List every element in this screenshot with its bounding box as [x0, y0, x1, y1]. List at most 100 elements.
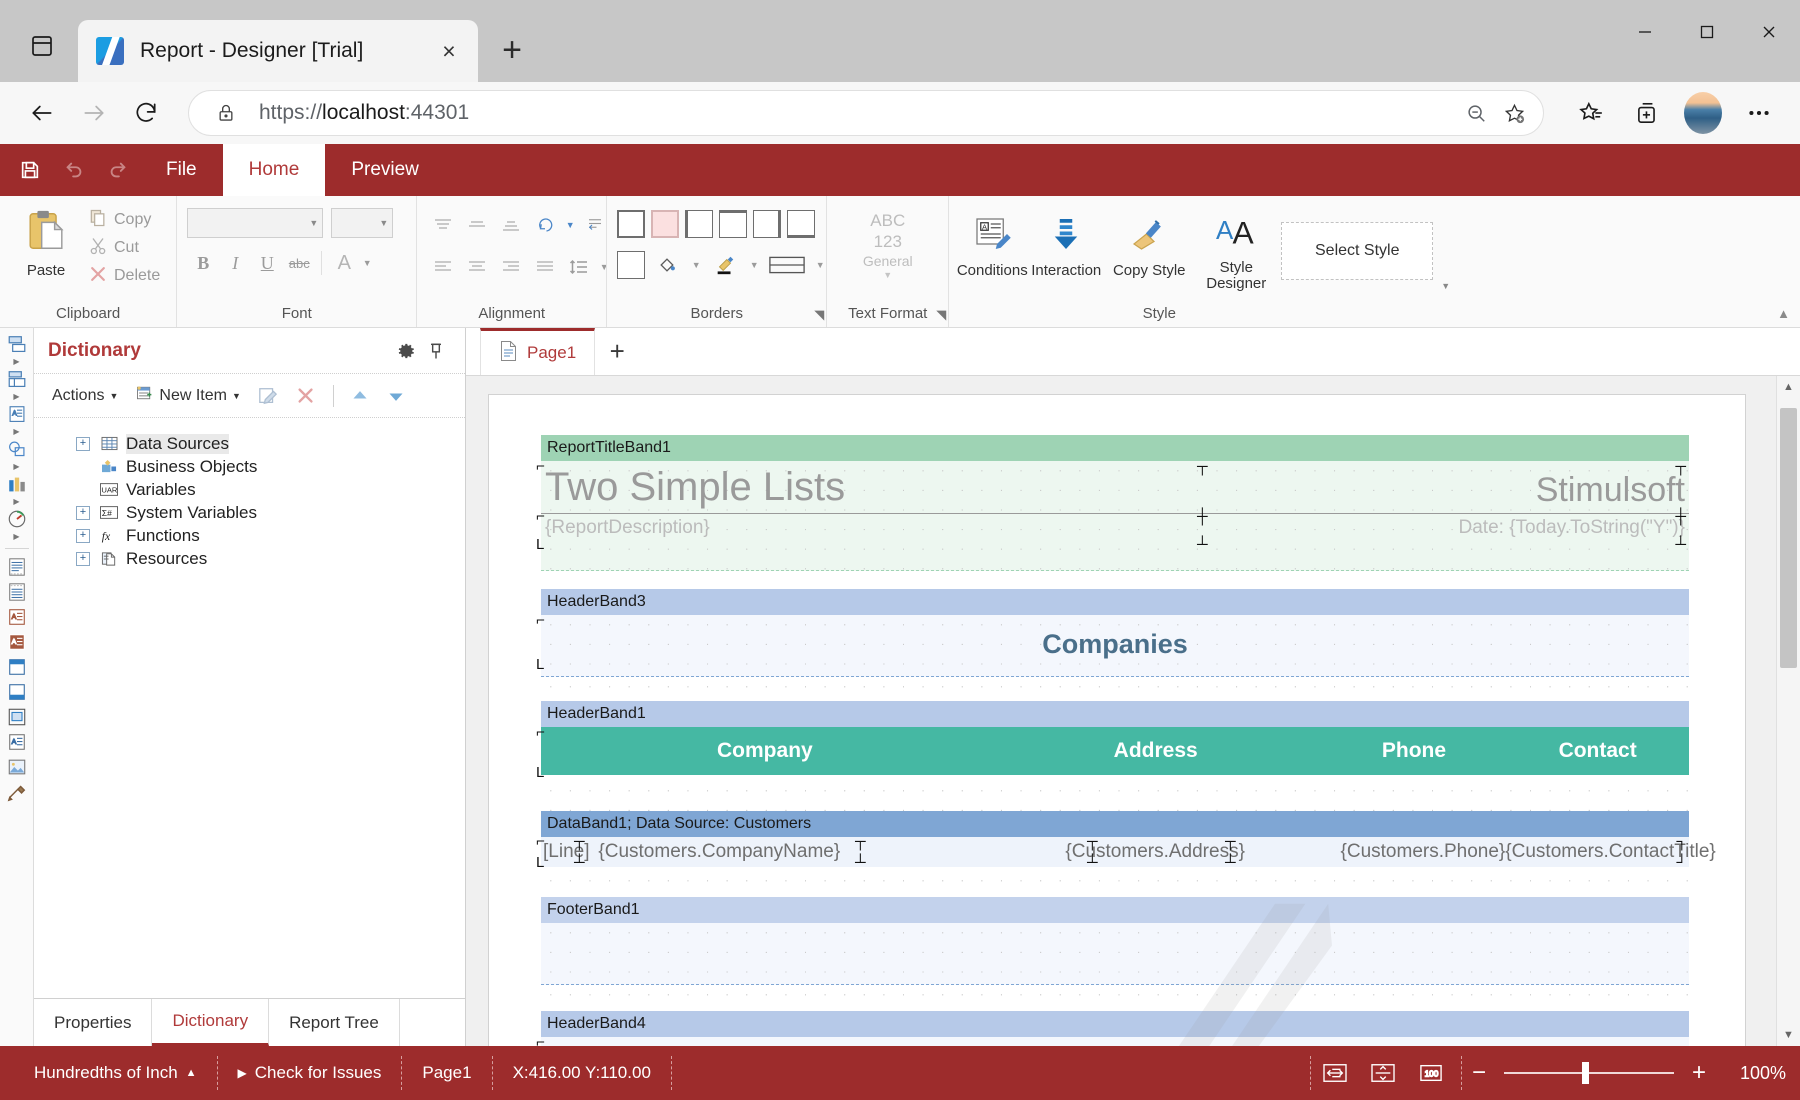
tools-icon[interactable] — [2, 780, 32, 804]
units-selector[interactable]: Hundredths of Inch ▲ — [14, 1056, 218, 1090]
selection-handle[interactable]: L — [536, 657, 544, 672]
zoom-out-page-icon[interactable] — [1457, 94, 1495, 132]
line-spacing-button[interactable] — [563, 252, 595, 282]
band-header-4[interactable]: HeaderBand4 Products ⌐ — [536, 1011, 1689, 1046]
report-canvas[interactable]: ReportTitleBand1 Two Simple Lists Stimul… — [466, 376, 1800, 1046]
text-rotation-button[interactable] — [529, 210, 561, 240]
interaction-button[interactable]: Interaction — [1031, 210, 1101, 279]
tree-item-business-objects[interactable]: Business Objects — [76, 455, 465, 478]
cross-bands-tool-icon[interactable] — [2, 367, 32, 391]
tree-item-functions[interactable]: + fx Functions — [76, 524, 465, 547]
expand-icon[interactable]: + — [76, 551, 90, 566]
browser-settings-icon[interactable] — [1736, 90, 1782, 136]
align-justify-button[interactable] — [529, 252, 561, 282]
fill-color-button[interactable] — [651, 250, 683, 280]
font-color-button[interactable]: A — [328, 248, 360, 278]
data-band-icon[interactable] — [2, 555, 32, 579]
text-components-tool-icon[interactable]: A — [2, 402, 32, 426]
selection-handle[interactable]: ┴ — [1087, 855, 1098, 870]
band-strip-label[interactable]: FooterBand1 — [541, 897, 1689, 923]
bold-button[interactable]: B — [187, 248, 219, 278]
shapes-tool-expand-icon[interactable]: ▶ — [13, 462, 19, 472]
selection-handle[interactable]: L — [536, 537, 544, 552]
fit-width-icon[interactable] — [1318, 1058, 1352, 1088]
image-icon[interactable] — [2, 755, 32, 779]
header-band-icon[interactable] — [2, 580, 32, 604]
column-header-address[interactable]: Address — [988, 727, 1322, 775]
selection-handle[interactable]: ┼ — [1197, 509, 1208, 524]
selection-handle[interactable]: ⌐ — [536, 1035, 545, 1046]
selection-handle[interactable]: ┴ — [855, 855, 866, 870]
save-icon[interactable] — [8, 144, 52, 196]
favorites-icon[interactable] — [1568, 90, 1614, 136]
sub-report-icon[interactable] — [2, 705, 32, 729]
border-top-button[interactable] — [719, 210, 748, 238]
move-up-button[interactable] — [344, 383, 376, 409]
column-header-contact[interactable]: Contact — [1505, 727, 1689, 775]
forward-icon[interactable] — [70, 89, 118, 137]
font-family-select[interactable]: ▼ — [187, 208, 324, 238]
border-bottom-button[interactable] — [787, 210, 816, 238]
align-center-button[interactable] — [461, 252, 493, 282]
text-rotation-dropdown[interactable]: ▼ — [563, 210, 577, 240]
panel-bottom-icon[interactable] — [2, 680, 32, 704]
selection-handle[interactable]: ┐ — [1676, 834, 1687, 849]
scrollbar-thumb[interactable] — [1780, 408, 1797, 668]
selection-handle[interactable]: ┼ — [1675, 509, 1686, 524]
delete-item-button[interactable] — [289, 382, 323, 410]
band-strip-label[interactable]: HeaderBand3 — [541, 589, 1689, 615]
strikethrough-button[interactable]: abc — [283, 248, 315, 278]
zoom-out-button[interactable]: − — [1462, 1058, 1496, 1088]
expand-icon[interactable]: + — [76, 528, 90, 543]
selection-handle[interactable]: ┬ — [1087, 834, 1098, 849]
band-body-footer-1[interactable] — [541, 923, 1689, 985]
tree-item-variables[interactable]: UAR Variables — [76, 478, 465, 501]
ribbon-collapse-icon[interactable]: ▲ — [1777, 306, 1790, 321]
selection-handle[interactable]: ┴ — [574, 855, 585, 870]
copy-button[interactable]: Copy — [82, 206, 166, 234]
align-left-button[interactable] — [427, 252, 459, 282]
add-page-button[interactable]: + — [595, 328, 639, 375]
band-footer-1[interactable]: FooterBand1 — [541, 897, 1689, 1011]
bands-tool-icon[interactable] — [2, 332, 32, 356]
report-description-expression[interactable]: {ReportDescription} — [545, 517, 710, 539]
border-style-dropdown[interactable]: ▼ — [813, 250, 827, 280]
selection-handle[interactable]: ┘ — [1676, 855, 1687, 870]
band-strip-label[interactable]: ReportTitleBand1 — [541, 435, 1689, 461]
add-favorite-icon[interactable] — [1495, 94, 1533, 132]
tab-properties[interactable]: Properties — [34, 999, 153, 1046]
border-left-button[interactable] — [685, 210, 714, 238]
check-for-issues-button[interactable]: ▶ Check for Issues — [218, 1056, 403, 1090]
expand-icon[interactable]: + — [76, 436, 90, 451]
selection-handle[interactable]: ⌐ — [536, 834, 545, 849]
new-tab-button[interactable]: + — [490, 28, 534, 72]
band-body-header-4[interactable]: Products ⌐ — [536, 1035, 1689, 1046]
data-cell-phone[interactable]: {Customers.Phone} — [1322, 841, 1506, 863]
cut-button[interactable]: Cut — [82, 234, 166, 262]
column-header-company[interactable]: Company — [541, 727, 989, 775]
gear-icon[interactable] — [391, 336, 421, 366]
band-header-1[interactable]: HeaderBand1 Company Address Phone Contac… — [536, 701, 1689, 811]
font-color-dropdown[interactable]: ▼ — [360, 248, 374, 278]
zoom-slider-thumb[interactable] — [1582, 1062, 1590, 1084]
border-color-button[interactable] — [709, 250, 741, 280]
minimize-icon[interactable] — [1614, 0, 1676, 64]
charts-tool-icon[interactable] — [2, 472, 32, 496]
selection-handle[interactable]: ┴ — [1675, 537, 1686, 552]
report-sheet[interactable]: ReportTitleBand1 Two Simple Lists Stimul… — [488, 394, 1746, 1046]
align-middle-button[interactable] — [461, 210, 493, 240]
selection-handle[interactable]: L — [536, 855, 544, 870]
fit-page-icon[interactable] — [1366, 1058, 1400, 1088]
text-format-preview[interactable]: ABC 123 General ▼ — [838, 210, 938, 281]
undo-icon[interactable] — [52, 144, 96, 196]
selection-handle[interactable]: ┬ — [1225, 834, 1236, 849]
border-right-button[interactable] — [753, 210, 782, 238]
charts-tool-expand-icon[interactable]: ▶ — [13, 497, 19, 507]
style-designer-button[interactable]: A A Style Designer — [1199, 210, 1273, 291]
current-page-indicator[interactable]: Page1 — [402, 1056, 493, 1090]
band-body-header-3[interactable]: Companies ⌐ L — [536, 613, 1689, 677]
fill-color-dropdown[interactable]: ▼ — [689, 250, 703, 280]
close-window-icon[interactable] — [1738, 0, 1800, 64]
scroll-down-icon[interactable]: ▼ — [1783, 1024, 1794, 1046]
chevron-down-icon[interactable]: ▼ — [838, 270, 938, 281]
